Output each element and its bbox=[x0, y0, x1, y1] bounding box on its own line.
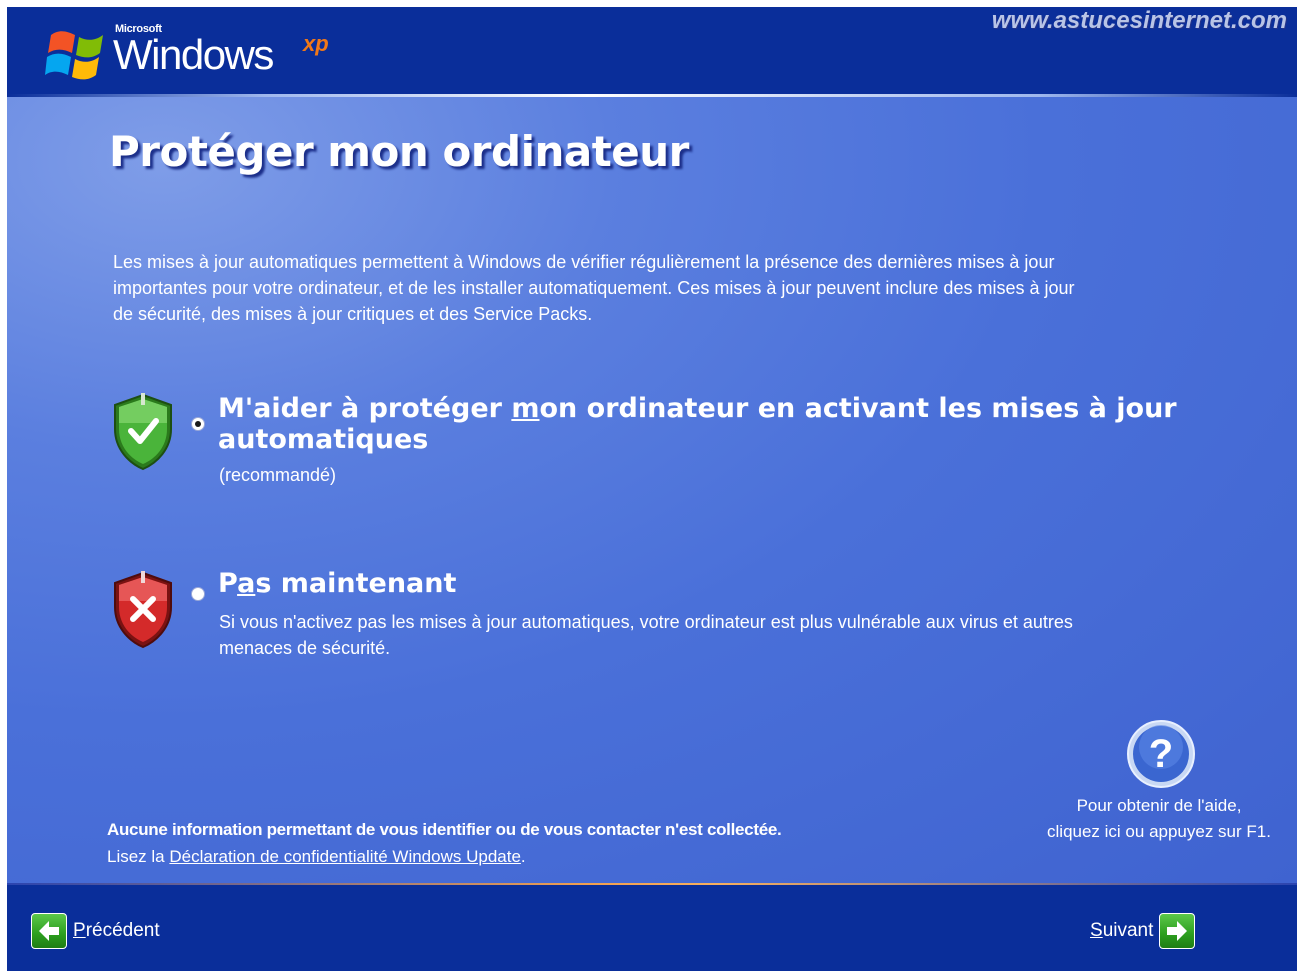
label-text: uivant bbox=[1102, 920, 1154, 941]
label-text: récédent bbox=[85, 920, 160, 941]
page-title: Protéger mon ordinateur bbox=[109, 127, 689, 176]
auto-update-option-label[interactable]: M'aider à protéger mon ordinateur en act… bbox=[218, 393, 1177, 455]
description-line: menaces de sécurité. bbox=[219, 638, 391, 658]
label-text: on ordinateur en activant les mises à jo… bbox=[539, 393, 1177, 424]
privacy-policy-link[interactable]: Déclaration de confidentialité Windows U… bbox=[169, 847, 521, 866]
intro-line: Les mises à jour automatiques permettent… bbox=[113, 252, 1055, 272]
windows-xp-logo: Microsoft Windows xp bbox=[45, 17, 345, 87]
not-now-option-label[interactable]: Pas maintenant bbox=[218, 568, 456, 599]
header-bar: Microsoft Windows xp www.astucesinternet… bbox=[7, 7, 1297, 94]
label-text: M'aider à protéger bbox=[218, 393, 512, 424]
accelerator-key: m bbox=[511, 393, 540, 424]
label-text: s maintenant bbox=[255, 568, 457, 599]
privacy-notice: Aucune information permettant de vous id… bbox=[107, 820, 782, 839]
xp-wordmark: xp bbox=[303, 31, 329, 56]
label-text: automatiques bbox=[218, 424, 429, 455]
intro-line: importantes pour votre ordinateur, et de… bbox=[113, 278, 1075, 298]
privacy-prefix: Lisez la bbox=[107, 847, 170, 866]
oobe-window: Microsoft Windows xp www.astucesinternet… bbox=[7, 7, 1297, 971]
arrow-right-icon bbox=[1159, 913, 1196, 949]
intro-line: de sécurité, des mises à jour critiques … bbox=[113, 304, 593, 324]
back-label: Précédent bbox=[73, 920, 160, 942]
help-line: Pour obtenir de l'aide, bbox=[1076, 796, 1242, 815]
intro-text: Les mises à jour automatiques permettent… bbox=[113, 249, 1223, 327]
privacy-suffix: . bbox=[520, 847, 526, 866]
description-line: Si vous n'activez pas les mises à jour a… bbox=[219, 612, 1073, 632]
not-now-radio[interactable] bbox=[191, 587, 205, 601]
site-watermark: www.astucesinternet.com bbox=[991, 7, 1287, 34]
accelerator-key: S bbox=[1090, 920, 1103, 941]
auto-update-note: (recommandé) bbox=[219, 465, 337, 485]
question-mark-icon[interactable]: ? bbox=[1126, 719, 1196, 789]
auto-update-radio[interactable] bbox=[191, 417, 205, 431]
shield-check-icon bbox=[114, 393, 172, 471]
accelerator-key: a bbox=[237, 568, 256, 599]
shield-x-icon bbox=[114, 571, 172, 649]
arrow-left-icon bbox=[31, 913, 67, 949]
next-button[interactable]: Suivant bbox=[1090, 913, 1196, 949]
windows-flag-icon bbox=[45, 31, 103, 80]
windows-wordmark: Windows bbox=[113, 31, 274, 78]
back-button[interactable]: Précédent bbox=[31, 913, 160, 949]
svg-text:?: ? bbox=[1149, 732, 1173, 776]
help-link[interactable]: Pour obtenir de l'aide, cliquez ici ou a… bbox=[1027, 793, 1291, 845]
accelerator-key: P bbox=[73, 920, 86, 941]
help-line: cliquez ici ou appuyez sur F1. bbox=[1047, 822, 1271, 841]
label-text: P bbox=[218, 568, 238, 599]
not-now-description: Si vous n'activez pas les mises à jour a… bbox=[219, 609, 1073, 661]
privacy-statement: Lisez la Déclaration de confidentialité … bbox=[107, 847, 526, 867]
content-panel bbox=[7, 97, 1297, 883]
next-label: Suivant bbox=[1090, 920, 1153, 942]
footer-bar: Précédent Suivant bbox=[7, 885, 1297, 971]
